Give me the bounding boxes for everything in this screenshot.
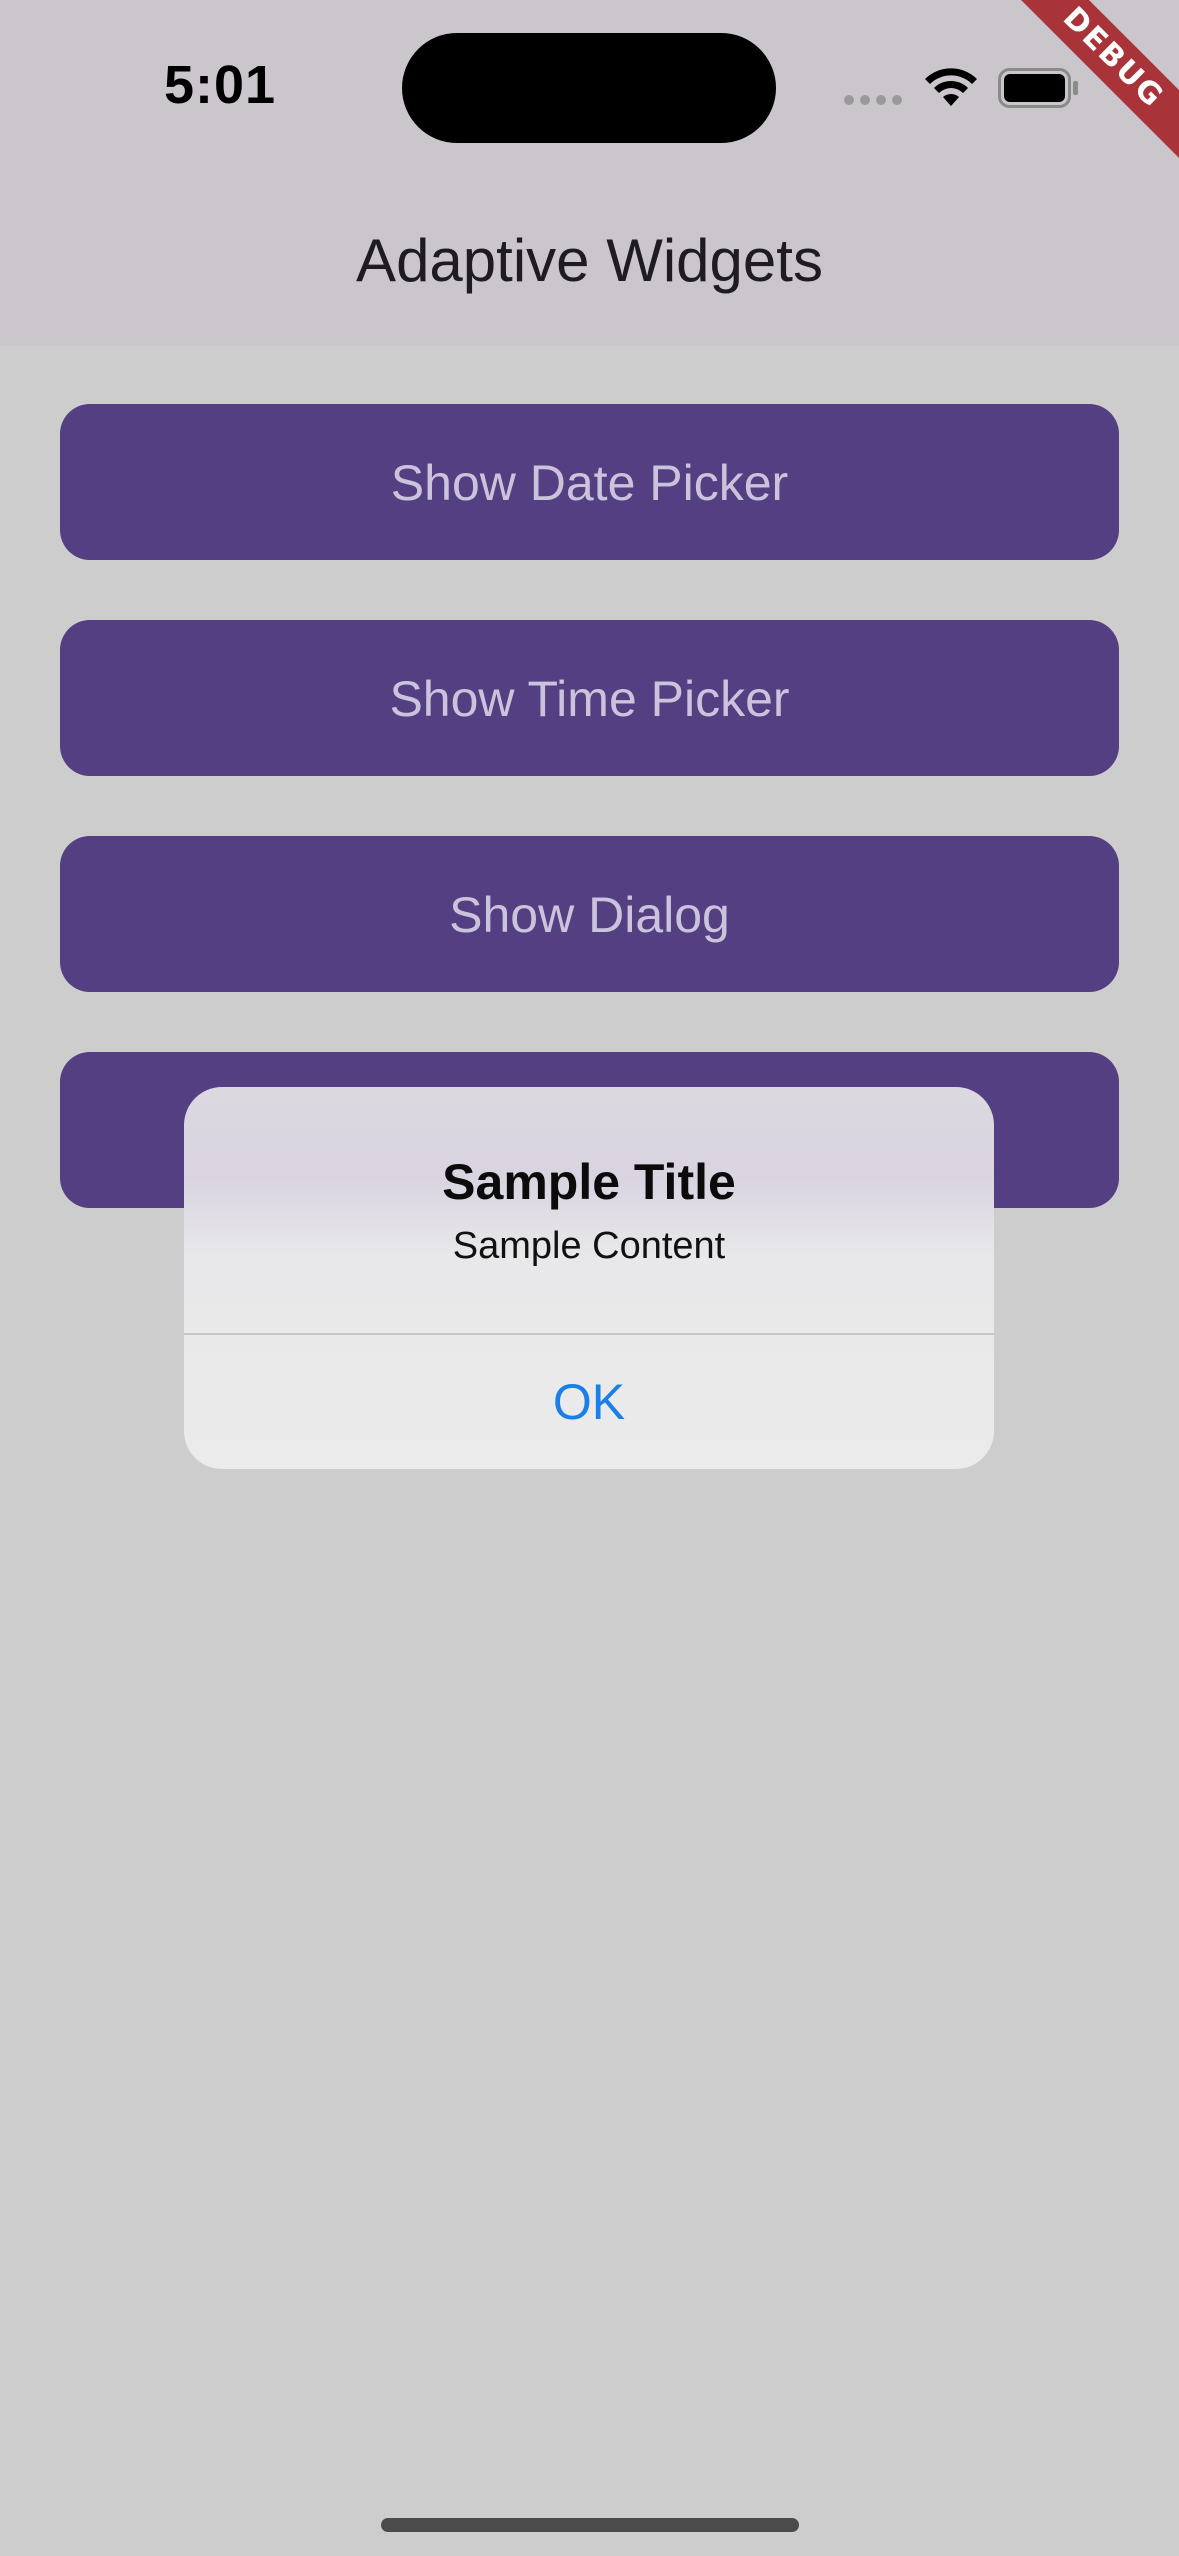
dialog-title: Sample Title [442, 1154, 736, 1210]
status-bar: 5:01 [0, 0, 1179, 180]
signal-dots-icon [844, 95, 902, 105]
show-date-picker-button[interactable]: Show Date Picker [60, 404, 1119, 560]
dialog-content: Sample Content [452, 1225, 726, 1267]
wifi-icon [925, 68, 977, 106]
alert-dialog: Sample Title Sample Content OK [184, 1087, 994, 1469]
status-time: 5:01 [164, 55, 277, 115]
page-title: Adaptive Widgets [356, 227, 823, 294]
show-dialog-button[interactable]: Show Dialog [60, 836, 1119, 992]
home-indicator[interactable] [381, 2518, 799, 2532]
battery-icon [998, 68, 1078, 108]
dialog-ok-button[interactable]: OK [184, 1335, 994, 1469]
show-time-picker-button[interactable]: Show Time Picker [60, 620, 1119, 776]
dynamic-island [402, 33, 776, 143]
